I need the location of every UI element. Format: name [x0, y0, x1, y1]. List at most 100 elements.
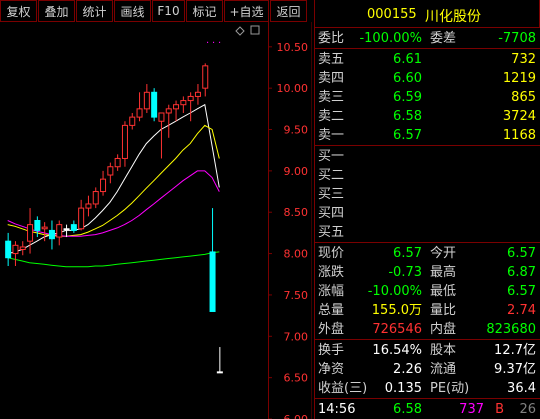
sell-row[interactable]: 卖三 6.59 865 [314, 88, 540, 107]
candle [136, 92, 143, 122]
candle [129, 112, 136, 130]
sell-label: 卖二 [318, 109, 345, 124]
stat-label: 量比 [430, 303, 457, 318]
candle-body [34, 220, 41, 231]
mark-button[interactable]: 标记 [186, 0, 223, 22]
y-tick-label: 7.00 [284, 330, 309, 343]
candle-body [92, 191, 99, 205]
buy-row[interactable]: 买三 [314, 185, 540, 204]
buy-row[interactable]: 买二 [314, 166, 540, 185]
candle [143, 84, 150, 113]
kline-chart[interactable]: 10.50 10.00 9.50 9.00 8.50 8.00 7.50 7.00 6.50 6.… [0, 22, 312, 419]
chart-markers: · · · [206, 25, 260, 49]
info-value: 12.7亿 [494, 343, 536, 358]
f10-button[interactable]: F10 [152, 0, 185, 22]
candle [70, 220, 77, 233]
buy-row[interactable]: 买一 [314, 147, 540, 166]
buy-row[interactable]: 买五 [314, 223, 540, 242]
stat-label: 总量 [318, 303, 345, 318]
candle-body [129, 116, 136, 126]
draw-line-button[interactable]: 画线 [114, 0, 151, 22]
candle [5, 232, 12, 266]
back-button[interactable]: 返回 [270, 0, 307, 22]
sell-row[interactable]: 卖二 6.58 3724 [314, 107, 540, 126]
candle [165, 104, 172, 138]
dot-marker: · [218, 38, 221, 49]
stat-label: 外盘 [318, 322, 345, 337]
y-tick-label: 6.50 [284, 372, 309, 385]
buy-label: 买五 [318, 225, 345, 240]
dot-marker: · [206, 38, 209, 49]
candle-body [78, 207, 85, 230]
candle [78, 199, 85, 231]
candle-body [209, 251, 216, 312]
weicha-value: -7708 [498, 31, 536, 46]
fuquan-button[interactable]: 复权 [0, 0, 37, 22]
sell-row[interactable]: 卖四 6.60 1219 [314, 69, 540, 88]
candle [12, 241, 19, 266]
buy-row[interactable]: 买四 [314, 204, 540, 223]
candle-body [5, 240, 12, 259]
candle-body [85, 203, 92, 209]
sell-volume: 732 [511, 52, 536, 67]
y-tick-label: 9.50 [284, 124, 309, 137]
candle [173, 100, 180, 122]
stat-value: -10.00% [367, 284, 422, 299]
stat-label: 最高 [430, 265, 457, 280]
y-tick-label: 7.50 [284, 289, 309, 302]
tick-price: 6.58 [393, 402, 422, 417]
tick-row[interactable]: 14:56 6.58 737 B 26 [314, 400, 540, 419]
sell-volume: 1219 [502, 71, 536, 86]
candle-body [202, 65, 209, 89]
candle-body [173, 104, 180, 110]
diamond-icon[interactable] [235, 26, 245, 36]
candle-body [165, 108, 172, 114]
sell-price: 6.58 [393, 109, 422, 124]
candle [92, 187, 99, 209]
stat-value: -0.73 [388, 265, 422, 280]
stats-row: 涨跌 -0.73 最高 6.87 [314, 263, 540, 282]
stock-code: 000155 [367, 7, 417, 22]
stat-label: 今开 [430, 246, 457, 261]
candle [114, 154, 121, 171]
candle [151, 88, 158, 122]
stat-value: 6.87 [507, 265, 536, 280]
candle-body [114, 157, 121, 168]
candle-body [158, 112, 165, 122]
candle-body [41, 226, 48, 230]
ma-line [7, 103, 220, 255]
overlay-button[interactable]: 叠加 [38, 0, 75, 22]
stat-label: 最低 [430, 284, 457, 299]
ma-line [7, 124, 220, 237]
statistics-button[interactable]: 统计 [76, 0, 113, 22]
candle-body [187, 95, 194, 102]
stat-value: 6.57 [507, 284, 536, 299]
candle [100, 170, 107, 196]
y-tick-label: 6.00 [284, 413, 309, 419]
candle-body [180, 100, 187, 106]
stat-label: 内盘 [430, 322, 457, 337]
sell-volume: 3724 [502, 109, 536, 124]
candle [180, 96, 187, 113]
candle [41, 222, 48, 242]
weibi-row: 委比 -100.00% 委差 -7708 [314, 29, 540, 48]
info-value: 16.54% [372, 343, 422, 358]
stat-value: 6.57 [393, 246, 422, 261]
sell-label: 卖一 [318, 128, 345, 143]
info-label: 净资 [318, 362, 345, 377]
sell-price: 6.59 [393, 90, 422, 105]
candle-body [151, 91, 158, 118]
add-watchlist-button[interactable]: +自选 [224, 0, 269, 22]
candle-body [136, 108, 143, 118]
info-value: 2.26 [393, 362, 422, 377]
divider [314, 398, 540, 399]
divider [314, 242, 540, 243]
sell-row[interactable]: 卖五 6.61 732 [314, 50, 540, 69]
candle [209, 208, 216, 312]
window-icon[interactable] [250, 25, 260, 35]
moving-average-lines [7, 103, 220, 268]
sell-row[interactable]: 卖一 6.57 1168 [314, 126, 540, 145]
candle [187, 92, 194, 122]
candle-body [100, 178, 107, 193]
info-row: 收益(三) 0.135 PE(动) 36.4 [314, 379, 540, 398]
